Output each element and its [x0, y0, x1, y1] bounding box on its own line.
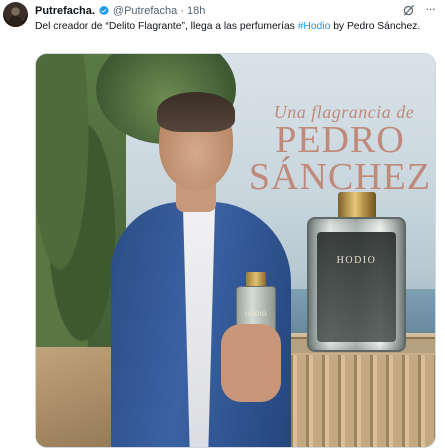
grok-icon[interactable]: [402, 3, 416, 17]
separator-dot: ·: [180, 5, 184, 17]
tweet-text-after: by Pedro Sánchez.: [330, 21, 421, 32]
man-hair: [157, 92, 235, 132]
tweet-text-before: Del creador de “Delito Flagrante”, llega…: [35, 21, 298, 32]
man-hand: [221, 324, 281, 402]
headline-first-name: PEDRO: [275, 119, 405, 161]
tweet-timestamp[interactable]: 18h: [187, 3, 205, 19]
small-bottle-label: HODIO: [244, 312, 268, 318]
author-avatar[interactable]: [3, 2, 28, 27]
small-bottle-cap: [246, 272, 266, 287]
tweet-header: Putrefacha. @Putrefacha · 18h ···: [35, 2, 437, 19]
tweet-media-image[interactable]: HODIO HODIO Una flagrancia de PEDRO SÁNC…: [35, 53, 436, 448]
hashtag-link[interactable]: #Hodio: [298, 21, 331, 32]
verified-badge-icon: [99, 5, 109, 16]
big-bottle-liquid: [317, 232, 396, 342]
headline-last-name: SÁNCHEZ: [248, 156, 432, 198]
more-options-icon[interactable]: ···: [423, 2, 437, 17]
big-bottle-label: HODIO: [336, 255, 377, 266]
tweet-text: Del creador de “Delito Flagrante”, llega…: [35, 20, 435, 34]
author-handle[interactable]: @Putrefacha: [113, 3, 177, 19]
author-name[interactable]: Putrefacha.: [35, 3, 95, 19]
